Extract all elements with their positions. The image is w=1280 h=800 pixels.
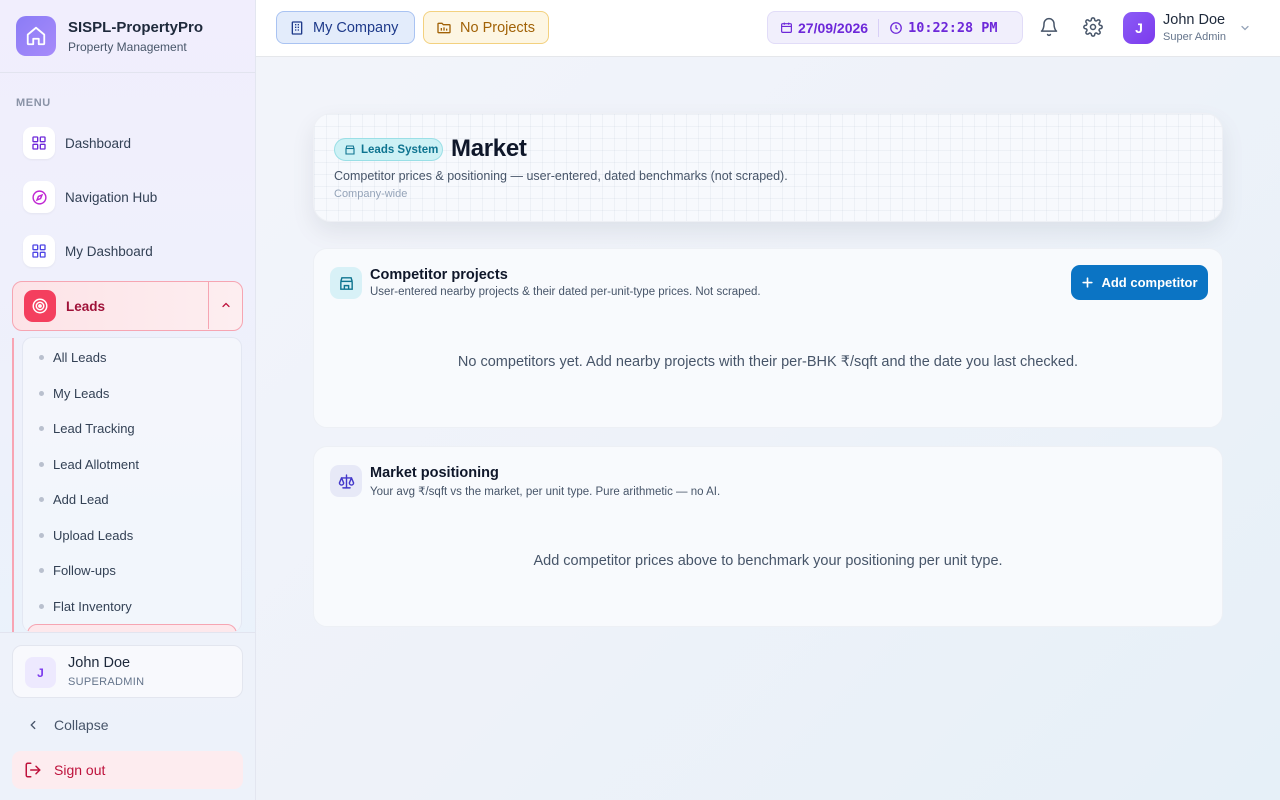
card-title: Competitor projects [370,267,508,283]
target-icon [24,290,56,322]
company-label: My Company [313,19,399,36]
folder-icon [436,20,460,36]
company-selector[interactable]: My Company [276,11,415,44]
card-title: Market positioning [370,465,499,481]
sidebar-footer: J John Doe SUPERADMIN Collapse Sign out [0,632,255,800]
top-header: My Company No Projects 27/09/2026 10:22:… [256,0,1280,57]
empty-state-text: No competitors yet. Add nearby projects … [457,354,1079,370]
gear-icon[interactable] [1083,17,1103,42]
submenu-label: All Leads [53,350,107,365]
home-icon [16,16,56,56]
avatar: J [25,657,56,688]
sidebar-item-dashboard[interactable]: Dashboard [12,120,243,166]
submenu-item-all-leads[interactable]: All Leads [39,350,106,365]
project-selector[interactable]: No Projects [423,11,549,44]
store-icon [330,267,362,299]
bullet [39,604,44,609]
bell-icon[interactable] [1039,17,1059,42]
bullet [39,391,44,396]
submenu-item-lead-tracking[interactable]: Lead Tracking [39,421,135,436]
header-user-name[interactable]: John Doe [1163,12,1225,28]
sidebar-item-navigation-hub[interactable]: Navigation Hub [12,174,243,220]
submenu-item-lead-allotment[interactable]: Lead Allotment [39,457,139,472]
submenu-item-active[interactable] [27,624,237,632]
store-icon [344,144,361,156]
submenu-item-my-leads[interactable]: My Leads [39,386,109,401]
submenu-item-add-lead[interactable]: Add Lead [39,492,109,507]
datetime-display: 27/09/2026 10:22:28 PM [767,11,1023,44]
avatar[interactable]: J [1123,12,1155,44]
submenu-label: Upload Leads [53,528,134,543]
chevron-down-icon[interactable] [1239,21,1251,39]
add-competitor-button[interactable]: Add competitor [1071,265,1208,300]
submenu-item-follow-ups[interactable]: Follow-ups [39,563,116,578]
submenu-label: Add Lead [53,492,109,507]
sidebar-item-label: Leads [66,298,106,314]
date-text: 27/09/2026 [798,19,869,36]
submenu-label: Lead Allotment [53,457,140,472]
page-header: Leads System Market Competitor prices & … [313,113,1223,222]
sidebar-item-label: Navigation Hub [65,189,158,205]
submenu-item-flat-inventory[interactable]: Flat Inventory [39,599,132,614]
bullet [39,426,44,431]
brand-subtitle: Property Management [68,40,187,54]
bullet [39,568,44,573]
grid-icon [23,127,55,159]
user-role: SUPERADMIN [68,676,145,688]
scale-icon [330,465,362,497]
sidebar: SISPL-PropertyPro Property Management ME… [0,0,256,800]
page-description: Competitor prices & positioning — user-e… [334,169,788,183]
time-text: 10:22:28 PM [908,19,998,36]
divider [878,18,880,37]
brand: SISPL-PropertyPro Property Management [0,0,255,73]
sidebar-item-label: Dashboard [65,135,132,151]
section-badge: Leads System [334,138,443,161]
sidebar-item-leads[interactable]: Leads [12,281,243,331]
add-competitor-label: Add competitor [1101,275,1198,290]
submenu-rail [12,338,14,632]
grid-icon [23,235,55,267]
building-icon [289,20,313,36]
badge-label: Leads System [361,143,439,156]
competitor-projects-card: Competitor projects User-entered nearby … [313,248,1223,428]
leads-submenu: All Leads My Leads Lead Tracking Lead Al… [22,337,242,632]
user-card[interactable]: J John Doe SUPERADMIN [12,645,243,698]
page-title: Market [451,135,527,162]
chevron-up-icon[interactable] [220,298,232,316]
sidebar-item-my-dashboard[interactable]: My Dashboard [12,228,243,274]
empty-state-text: Add competitor prices above to benchmark… [533,553,1003,569]
collapse-label: Collapse [54,717,109,733]
card-subtitle: Your avg ₹/sqft vs the market, per unit … [370,486,721,498]
submenu-label: My Leads [53,386,110,401]
collapse-button[interactable]: Collapse [26,717,108,733]
user-name: John Doe [68,655,131,671]
menu-label: MENU [16,97,51,109]
divider [208,282,209,329]
submenu-label: Lead Tracking [53,421,135,436]
bullet [39,355,44,360]
plus-icon [1081,276,1101,289]
bullet [39,462,44,467]
header-user-role: Super Admin [1163,31,1226,43]
clock-icon [889,21,903,35]
calendar-icon [780,21,793,34]
bullet [39,533,44,538]
sidebar-item-label: My Dashboard [65,243,153,259]
submenu-label: Follow-ups [53,563,116,578]
submenu-label: Flat Inventory [53,599,132,614]
brand-name: SISPL-PropertyPro [68,19,204,36]
market-positioning-card: Market positioning Your avg ₹/sqft vs th… [313,446,1223,627]
projects-label: No Projects [460,19,535,36]
card-subtitle: User-entered nearby projects & their dat… [370,286,761,298]
logout-icon [24,761,42,779]
compass-icon [23,181,55,213]
bullet [39,497,44,502]
sign-out-button[interactable]: Sign out [12,751,243,789]
chevron-left-icon [26,718,40,732]
page-scope: Company-wide [334,188,408,200]
sign-out-label: Sign out [54,762,106,778]
submenu-item-upload-leads[interactable]: Upload Leads [39,528,133,543]
